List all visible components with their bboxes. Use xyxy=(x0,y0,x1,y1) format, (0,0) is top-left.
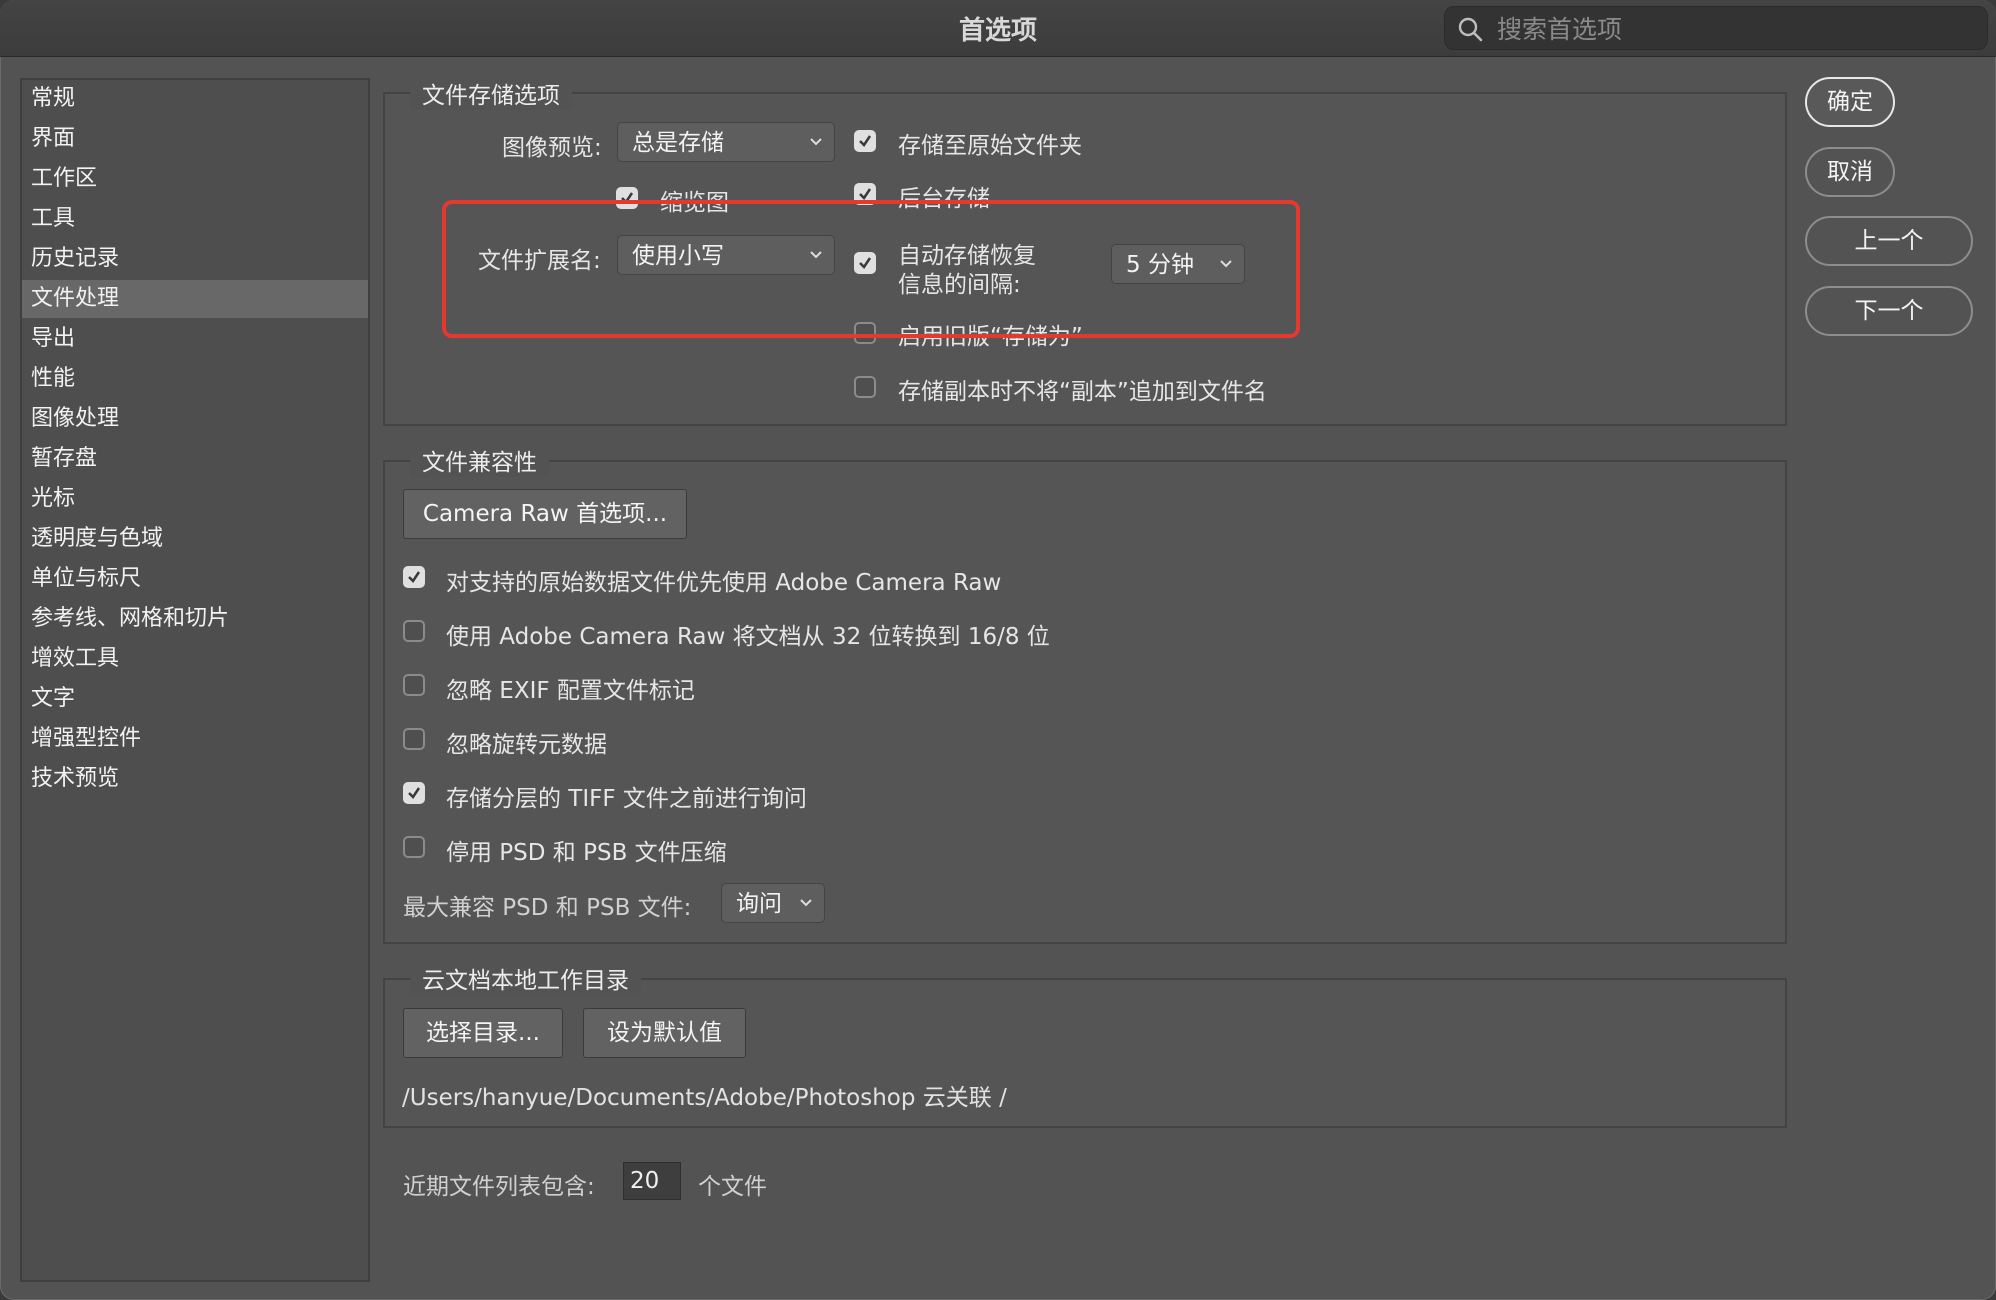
ignore-rotation-label: 忽略旋转元数据 xyxy=(446,732,607,758)
set-default-button[interactable]: 设为默认值 xyxy=(583,1008,746,1058)
ok-button[interactable]: 确定 xyxy=(1805,77,1895,127)
sidebar-item-image-processing[interactable]: 图像处理 xyxy=(22,402,368,436)
sidebar-item-cursors[interactable]: 光标 xyxy=(22,482,368,516)
sidebar-item-units-rulers[interactable]: 单位与标尺 xyxy=(22,562,368,596)
sidebar-item-file-handling[interactable]: 文件处理 xyxy=(22,280,368,318)
recent-files-count-input[interactable] xyxy=(623,1162,681,1200)
checkmark-icon xyxy=(859,257,872,269)
thumbnail-label: 缩览图 xyxy=(660,190,729,216)
search-box[interactable] xyxy=(1444,6,1988,51)
sidebar-item-tools[interactable]: 工具 xyxy=(22,202,368,236)
background-save-label: 后台存储 xyxy=(898,186,990,212)
sidebar-item-plugins[interactable]: 增效工具 xyxy=(22,642,368,676)
checkmark-icon xyxy=(859,188,872,200)
acr-convert-label: 使用 Adobe Camera Raw 将文档从 32 位转换到 16/8 位 xyxy=(446,624,1050,650)
save-to-original-label: 存储至原始文件夹 xyxy=(898,133,1082,159)
cancel-button[interactable]: 取消 xyxy=(1805,147,1895,197)
sidebar-item-interface[interactable]: 界面 xyxy=(22,122,368,156)
recent-files-suffix: 个文件 xyxy=(698,1174,767,1200)
checkmark-icon xyxy=(859,135,872,147)
max-compat-label: 最大兼容 PSD 和 PSB 文件: xyxy=(403,895,692,921)
sidebar: 常规 界面 工作区 工具 历史记录 文件处理 导出 性能 图像处理 暂存盘 光标… xyxy=(20,78,370,1282)
sidebar-item-technology-previews[interactable]: 技术预览 xyxy=(22,762,368,796)
choose-directory-button[interactable]: 选择目录... xyxy=(403,1008,563,1058)
sidebar-item-performance[interactable]: 性能 xyxy=(22,362,368,396)
ignore-rotation-checkbox[interactable] xyxy=(403,728,425,750)
sidebar-item-scratch-disks[interactable]: 暂存盘 xyxy=(22,442,368,476)
image-preview-value: 总是存储 xyxy=(632,130,724,156)
chevron-down-icon xyxy=(810,138,822,146)
auto-recovery-interval-value: 5 分钟 xyxy=(1126,252,1194,278)
cloud-dir-path: /Users/hanyue/Documents/Adobe/Photoshop … xyxy=(402,1085,1007,1111)
max-compat-select[interactable]: 询问 xyxy=(721,883,825,923)
recent-files-label: 近期文件列表包含: xyxy=(403,1174,595,1200)
image-preview-label: 图像预览: xyxy=(502,135,602,161)
background-save-checkbox[interactable] xyxy=(854,183,876,205)
prefer-acr-checkbox[interactable] xyxy=(403,566,425,588)
next-button[interactable]: 下一个 xyxy=(1805,286,1973,336)
chevron-down-icon xyxy=(1220,260,1232,268)
sidebar-item-workspace[interactable]: 工作区 xyxy=(22,162,368,196)
search-input[interactable] xyxy=(1495,7,1979,51)
auto-recovery-label-line2: 信息的间隔: xyxy=(898,272,1021,298)
sidebar-item-type[interactable]: 文字 xyxy=(22,682,368,716)
no-copy-suffix-label: 存储副本时不将“副本”追加到文件名 xyxy=(898,379,1267,405)
extension-label: 文件扩展名: xyxy=(478,248,601,274)
ask-tiff-layers-checkbox[interactable] xyxy=(403,782,425,804)
sidebar-item-history[interactable]: 历史记录 xyxy=(22,242,368,276)
preferences-window: 首选项 常规 界面 工作区 工具 历史记录 文件处理 导出 性能 图像处理 暂存… xyxy=(0,0,1996,1300)
camera-raw-prefs-button[interactable]: Camera Raw 首选项... xyxy=(403,489,687,539)
thumbnail-checkbox[interactable] xyxy=(616,187,638,209)
checkmark-icon xyxy=(408,787,421,799)
checkmark-icon xyxy=(408,571,421,583)
title-bar: 首选项 xyxy=(0,0,1996,57)
image-preview-select[interactable]: 总是存储 xyxy=(617,122,835,162)
legacy-save-as-checkbox[interactable] xyxy=(854,322,876,344)
search-icon xyxy=(1458,17,1483,42)
sidebar-item-guides-grid[interactable]: 参考线、网格和切片 xyxy=(22,602,368,636)
extension-value: 使用小写 xyxy=(632,243,724,269)
prev-button[interactable]: 上一个 xyxy=(1805,216,1973,266)
disable-psd-compression-label: 停用 PSD 和 PSB 文件压缩 xyxy=(446,840,727,866)
ignore-exif-checkbox[interactable] xyxy=(403,674,425,696)
checkmark-icon xyxy=(621,192,634,204)
save-to-original-checkbox[interactable] xyxy=(854,130,876,152)
sidebar-item-enhanced-controls[interactable]: 增强型控件 xyxy=(22,722,368,756)
prefer-acr-label: 对支持的原始数据文件优先使用 Adobe Camera Raw xyxy=(446,570,1002,596)
auto-recovery-checkbox[interactable] xyxy=(854,252,876,274)
sidebar-item-transparency[interactable]: 透明度与色域 xyxy=(22,522,368,556)
extension-select[interactable]: 使用小写 xyxy=(617,235,835,275)
max-compat-value: 询问 xyxy=(736,891,782,917)
acr-convert-checkbox[interactable] xyxy=(403,620,425,642)
sidebar-item-export[interactable]: 导出 xyxy=(22,322,368,356)
chevron-down-icon xyxy=(800,899,812,907)
disable-psd-compression-checkbox[interactable] xyxy=(403,836,425,858)
sidebar-item-general[interactable]: 常规 xyxy=(22,82,368,116)
auto-recovery-interval-select[interactable]: 5 分钟 xyxy=(1111,244,1245,284)
legacy-save-as-label: 启用旧版“存储为” xyxy=(898,324,1083,350)
ignore-exif-label: 忽略 EXIF 配置文件标记 xyxy=(446,678,695,704)
file-saving-title: 文件存储选项 xyxy=(410,76,572,110)
no-copy-suffix-checkbox[interactable] xyxy=(854,376,876,398)
cloud-dir-title: 云文档本地工作目录 xyxy=(410,961,641,995)
file-compat-title: 文件兼容性 xyxy=(410,443,549,477)
ask-tiff-layers-label: 存储分层的 TIFF 文件之前进行询问 xyxy=(446,786,807,812)
chevron-down-icon xyxy=(810,251,822,259)
